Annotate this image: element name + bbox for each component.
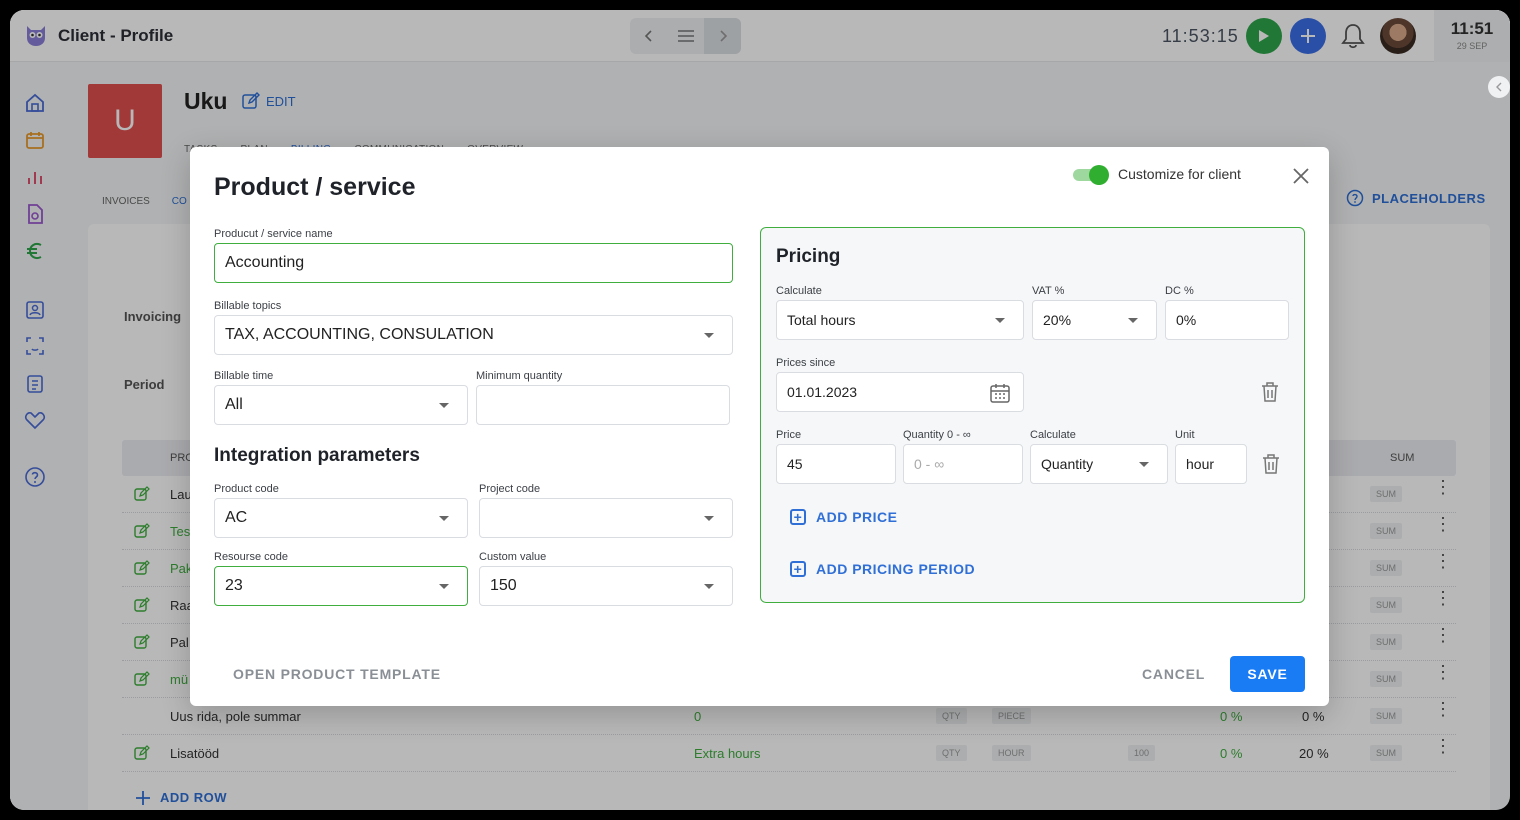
collapse-panel-button[interactable] bbox=[1488, 76, 1510, 98]
custom-value-label: Custom value bbox=[479, 551, 547, 563]
calculate-select[interactable]: Total hours bbox=[776, 300, 1024, 340]
unit-value: hour bbox=[1186, 456, 1215, 472]
dialog-title: Product / service bbox=[214, 173, 416, 201]
price-label: Price bbox=[776, 429, 802, 441]
price-input[interactable]: 45 bbox=[776, 444, 896, 484]
product-name-input[interactable]: Accounting bbox=[214, 243, 733, 283]
quantity-input[interactable]: 0 - ∞ bbox=[903, 444, 1023, 484]
pricing-title: Pricing bbox=[776, 246, 841, 267]
row-calculate-value: Quantity bbox=[1041, 456, 1094, 472]
save-button[interactable]: SAVE bbox=[1230, 656, 1305, 692]
quantity-label: Quantity 0 - ∞ bbox=[903, 429, 971, 441]
product-name-value: Accounting bbox=[225, 254, 305, 271]
custom-value-value: 150 bbox=[490, 577, 517, 594]
customize-toggle[interactable] bbox=[1073, 165, 1109, 185]
product-code-value: AC bbox=[225, 509, 248, 526]
resource-code-select[interactable]: 23 bbox=[214, 566, 468, 606]
resource-code-value: 23 bbox=[225, 577, 243, 594]
calendar-icon[interactable] bbox=[989, 382, 1011, 404]
plus-square-icon: + bbox=[790, 561, 806, 577]
unit-label: Unit bbox=[1175, 429, 1195, 441]
vat-select[interactable]: 20% bbox=[1032, 300, 1157, 340]
vat-value: 20% bbox=[1043, 312, 1072, 328]
caret-down-icon bbox=[995, 318, 1005, 323]
add-pricing-period-button[interactable]: + ADD PRICING PERIOD bbox=[790, 561, 975, 577]
resource-code-label: Resourse code bbox=[214, 551, 288, 563]
product-code-label: Product code bbox=[214, 483, 279, 495]
product-name-label: Producut / service name bbox=[214, 228, 333, 240]
cancel-button[interactable]: CANCEL bbox=[1142, 666, 1205, 682]
minimum-quantity-label: Minimum quantity bbox=[476, 370, 563, 382]
billable-time-value: All bbox=[225, 396, 243, 413]
unit-input[interactable]: hour bbox=[1175, 444, 1247, 484]
custom-value-select[interactable]: 150 bbox=[479, 566, 733, 606]
open-product-template-button[interactable]: OPEN PRODUCT TEMPLATE bbox=[233, 666, 441, 682]
add-price-label: ADD PRICE bbox=[816, 509, 898, 525]
minimum-quantity-input[interactable] bbox=[476, 385, 730, 425]
caret-down-icon bbox=[439, 403, 449, 408]
prices-since-label: Prices since bbox=[776, 357, 836, 369]
billable-time-select[interactable]: All bbox=[214, 385, 468, 425]
project-code-label: Project code bbox=[479, 483, 541, 495]
toggle-knob bbox=[1089, 165, 1109, 185]
calculate-label: Calculate bbox=[776, 285, 822, 297]
vat-label: VAT % bbox=[1032, 285, 1065, 297]
price-value: 45 bbox=[787, 456, 803, 472]
close-icon[interactable] bbox=[1290, 165, 1312, 187]
caret-down-icon bbox=[439, 584, 449, 589]
integration-title: Integration parameters bbox=[214, 445, 420, 466]
row-calculate-select[interactable]: Quantity bbox=[1030, 444, 1168, 484]
row-calculate-label: Calculate bbox=[1030, 429, 1076, 441]
product-code-select[interactable]: AC bbox=[214, 498, 468, 538]
billable-topics-value: TAX, ACCOUNTING, CONSULATION bbox=[225, 326, 494, 343]
caret-down-icon bbox=[704, 516, 714, 521]
project-code-select[interactable] bbox=[479, 498, 733, 538]
billable-topics-label: Billable topics bbox=[214, 300, 282, 312]
customize-label: Customize for client bbox=[1118, 166, 1241, 182]
billable-time-label: Billable time bbox=[214, 370, 274, 382]
caret-down-icon bbox=[704, 333, 714, 338]
dc-label: DC % bbox=[1165, 285, 1194, 297]
delete-price-icon[interactable] bbox=[1261, 453, 1281, 475]
add-pricing-period-label: ADD PRICING PERIOD bbox=[816, 561, 976, 577]
dc-value: 0% bbox=[1176, 312, 1197, 328]
caret-down-icon bbox=[704, 584, 714, 589]
prices-since-input[interactable]: 01.01.2023 bbox=[776, 372, 1024, 412]
pricing-panel: Pricing Calculate Total hours VAT % 20% … bbox=[760, 227, 1305, 603]
plus-square-icon: + bbox=[790, 509, 806, 525]
chevron-left-icon bbox=[1496, 82, 1502, 92]
caret-down-icon bbox=[439, 516, 449, 521]
prices-since-value: 01.01.2023 bbox=[787, 384, 858, 400]
quantity-placeholder: 0 - ∞ bbox=[914, 456, 945, 472]
caret-down-icon bbox=[1139, 462, 1149, 467]
product-service-dialog: Product / service Customize for client P… bbox=[190, 147, 1329, 706]
delete-period-icon[interactable] bbox=[1260, 381, 1280, 403]
add-price-button[interactable]: + ADD PRICE bbox=[790, 509, 898, 525]
app-window: Client - Profile 11:53:15 11:51 29 SEP U… bbox=[10, 10, 1510, 810]
calculate-value: Total hours bbox=[787, 312, 856, 328]
dc-input[interactable]: 0% bbox=[1165, 300, 1289, 340]
billable-topics-select[interactable]: TAX, ACCOUNTING, CONSULATION bbox=[214, 315, 733, 355]
caret-down-icon bbox=[1128, 318, 1138, 323]
